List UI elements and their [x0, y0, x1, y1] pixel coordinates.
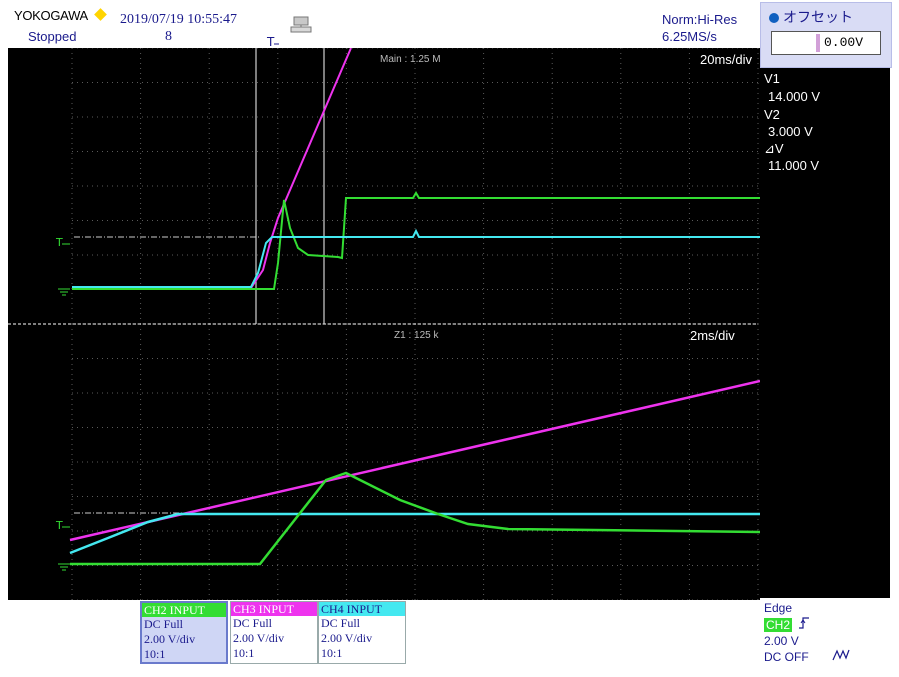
- svg-text:T: T: [266, 35, 275, 48]
- svg-text:T: T: [55, 519, 63, 532]
- trigger-level: 2.00 V: [764, 634, 799, 648]
- offset-panel[interactable]: オフセット 0.00V: [760, 2, 892, 68]
- ch4-probe: 10:1: [321, 646, 343, 660]
- brand-diamond-icon: [94, 8, 107, 21]
- noise-reject-icon: [832, 649, 850, 661]
- ch3-scale: 2.00 V/div: [233, 631, 285, 645]
- ch4-title: CH4 INPUT: [319, 602, 405, 616]
- cursor-v1-label: V1: [764, 71, 780, 86]
- ch3-title: CH3 INPUT: [231, 602, 317, 616]
- cursor-v2-value: 3.000 V: [768, 124, 813, 139]
- ch3-probe: 10:1: [233, 646, 255, 660]
- brand-logo: YOKOGAWA: [14, 8, 88, 23]
- offset-input[interactable]: 0.00V: [771, 31, 881, 55]
- ch3-input-panel[interactable]: CH3 INPUT DC Full 2.00 V/div 10:1: [230, 601, 318, 664]
- offset-value: 0.00V: [824, 35, 864, 50]
- acquisition-count: 8: [165, 29, 172, 44]
- svg-text:T: T: [55, 236, 63, 249]
- acquisition-status: Stopped: [28, 29, 77, 44]
- rising-edge-icon: [799, 617, 809, 629]
- trigger-type: Edge: [764, 601, 793, 615]
- ch2-title: CH2 INPUT: [142, 603, 226, 617]
- ch2-coupling: DC Full: [144, 617, 184, 631]
- zoom-time-div: 2ms/div: [690, 328, 735, 343]
- cursor-dv-label: ⊿V: [764, 141, 784, 156]
- network-icon: [290, 16, 312, 33]
- offset-title: オフセット: [769, 7, 853, 27]
- ch4-scale: 2.00 V/div: [321, 631, 373, 645]
- main-window-label: Main : 1.25 M: [380, 54, 441, 65]
- ch2-input-panel[interactable]: CH2 INPUT DC Full 2.00 V/div 10:1: [140, 601, 228, 664]
- offset-cursor: [816, 34, 820, 52]
- cursor-dv-value: 11.000 V: [768, 158, 820, 173]
- cursor-v2-label: V2: [764, 107, 780, 122]
- sample-rate: 6.25MS/s: [662, 29, 717, 44]
- ch3-coupling: DC Full: [233, 616, 273, 630]
- trigger-position-icon: T: [266, 35, 279, 48]
- acquisition-mode: Norm:Hi-Res: [662, 12, 738, 27]
- ch2-probe: 10:1: [144, 647, 166, 661]
- cursor-v1-value: 14.000 V: [768, 89, 821, 104]
- trigger-hf-reject: DC OFF: [764, 650, 809, 664]
- main-time-div: 20ms/div: [700, 52, 753, 67]
- datetime: 2019/07/19 10:55:47: [120, 12, 238, 27]
- waveform-display[interactable]: T T Main : 1.25 M 20ms/div Z1 : 125 k 2m…: [8, 48, 760, 600]
- ch2-scale: 2.00 V/div: [144, 632, 196, 646]
- ch4-input-panel[interactable]: CH4 INPUT DC Full 2.00 V/div 10:1: [318, 601, 406, 664]
- offset-bullet-icon: [769, 13, 779, 23]
- zoom-window-label: Z1 : 125 k: [394, 330, 439, 341]
- trigger-source[interactable]: CH2: [764, 618, 793, 632]
- ch4-coupling: DC Full: [321, 616, 361, 630]
- cursor-readout-panel: V1 14.000 V V2 3.000 V ⊿V 11.000 V: [760, 68, 890, 598]
